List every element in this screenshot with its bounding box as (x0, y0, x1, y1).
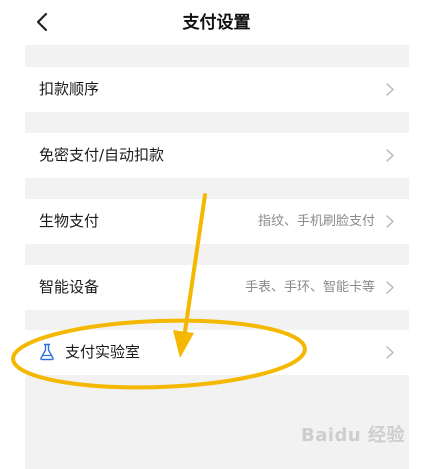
chevron-right-icon (386, 215, 394, 228)
settings-item-label: 扣款顺序 (39, 80, 100, 98)
watermark: Baidu 经验 (300, 425, 405, 446)
settings-item-payment-lab[interactable]: 支付实验室 (25, 330, 409, 375)
section-divider (25, 178, 409, 199)
settings-item-value: 指纹、手机刷脸支付 (257, 214, 375, 229)
settings-item-label: 智能设备 (39, 278, 100, 296)
settings-item-password-free-payment[interactable]: 免密支付/自动扣款 (25, 133, 409, 178)
payment-settings-screen: 支付设置 扣款顺序 免密支付/自动扣款 生物支付 指纹、手机刷脸支付 智能设备 … (0, 0, 433, 469)
page-title: 支付设置 (182, 13, 251, 33)
section-divider (25, 112, 409, 133)
section-divider (25, 310, 409, 330)
section-divider (25, 244, 409, 265)
chevron-right-icon (386, 83, 394, 96)
chevron-right-icon (386, 281, 394, 294)
chevron-right-icon (386, 346, 394, 359)
settings-item-payment-order[interactable]: 扣款顺序 (25, 67, 409, 112)
settings-item-label: 生物支付 (39, 212, 100, 230)
settings-item-label: 支付实验室 (65, 343, 141, 361)
settings-list: 扣款顺序 免密支付/自动扣款 生物支付 指纹、手机刷脸支付 智能设备 手表、手环… (25, 45, 409, 469)
settings-item-smart-devices[interactable]: 智能设备 手表、手环、智能卡等 (25, 265, 409, 310)
settings-item-biometric-payment[interactable]: 生物支付 指纹、手机刷脸支付 (25, 199, 409, 244)
section-divider (25, 45, 409, 67)
settings-item-label: 免密支付/自动扣款 (39, 146, 165, 164)
settings-item-value: 手表、手环、智能卡等 (244, 280, 375, 295)
flask-icon (40, 343, 54, 361)
chevron-right-icon (386, 149, 394, 162)
navigation-bar: 支付设置 (0, 0, 433, 45)
